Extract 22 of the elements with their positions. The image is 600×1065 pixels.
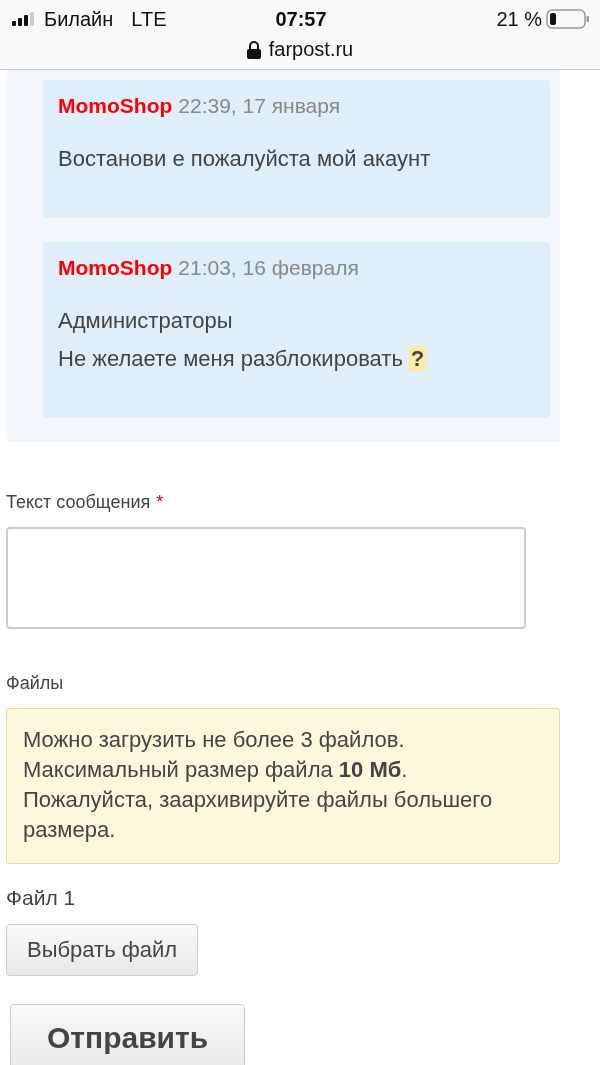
submit-button[interactable]: Отправить (10, 1004, 246, 1065)
choose-file-button[interactable]: Выбрать файл (6, 924, 199, 976)
files-label: Файлы (6, 673, 65, 694)
message-text: Востанови е пожалуйста мой акаунт (58, 146, 431, 171)
battery-percent: 21 % (496, 7, 542, 31)
network-type: LTE (131, 7, 167, 31)
question-mark: ? (408, 346, 427, 371)
field-label: Текст сообщения (6, 492, 151, 512)
message-field[interactable] (6, 527, 526, 629)
clock-time: 07:57 (275, 7, 327, 31)
message-text: Администраторы (58, 308, 233, 333)
lock-icon (246, 40, 261, 59)
message-date: 22:39, 17 января (178, 94, 341, 118)
address-url[interactable]: farpost.ru (268, 38, 354, 61)
upload-notice: Можно загрузить не более 3 файлов. Максимальный размер файла 10 Мб. Пожалуйста, заархивируйте файлы большего размера. (6, 708, 560, 864)
carrier-name: Билайн (44, 7, 114, 31)
message-date: 21:03, 16 февраля (178, 256, 359, 280)
file-label: Файл 1 (6, 886, 77, 910)
signal-icon (12, 12, 36, 26)
message-text: Не желаете меня разблокировать (58, 346, 403, 371)
required-mark: * (156, 492, 164, 512)
battery-icon (546, 9, 590, 29)
